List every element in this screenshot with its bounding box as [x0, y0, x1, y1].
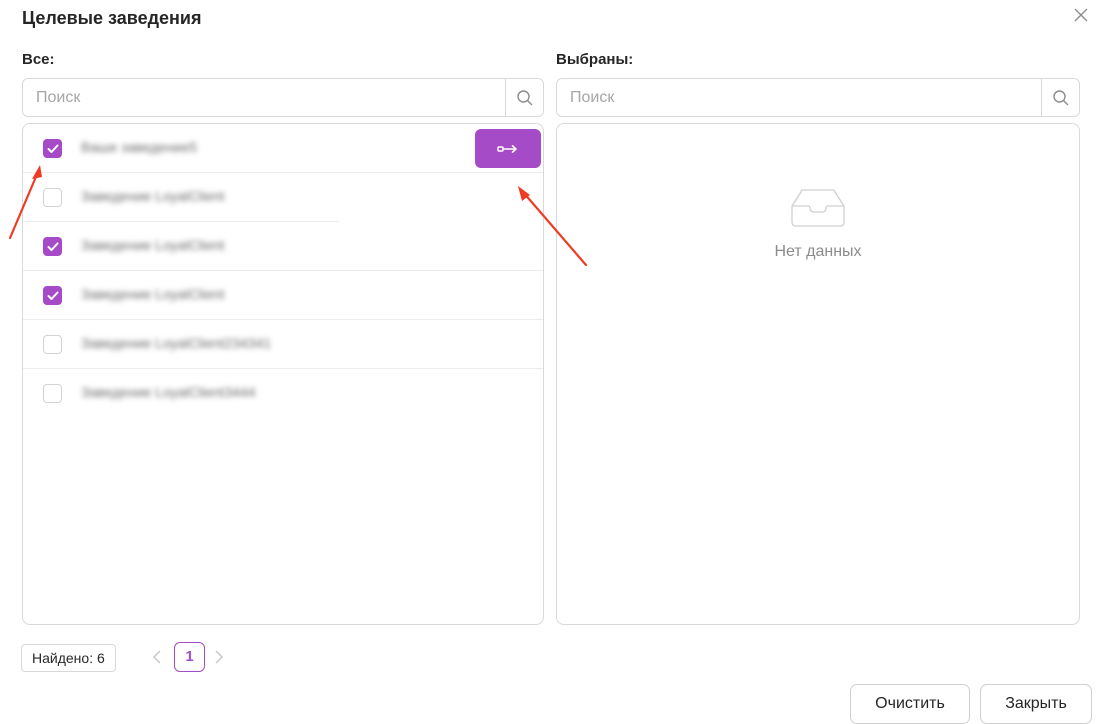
clear-button[interactable]: Очистить: [850, 684, 970, 724]
close-button[interactable]: [1070, 4, 1092, 26]
selected-list-label: Выбраны:: [556, 51, 634, 68]
item-checkbox[interactable]: [43, 237, 62, 256]
list-item[interactable]: Заведение LoyalClient: [23, 222, 543, 271]
chevron-right-icon: [215, 650, 223, 664]
checkmark-icon: [47, 242, 59, 251]
empty-state-text: Нет данных: [774, 243, 862, 260]
close-dialog-button[interactable]: Закрыть: [980, 684, 1092, 724]
list-item[interactable]: Ваше заведение5: [23, 124, 543, 173]
list-item[interactable]: Заведение LoyalClient234341: [23, 320, 543, 369]
all-search-input[interactable]: [23, 79, 505, 116]
selected-search: [556, 78, 1080, 117]
item-name: Заведение LoyalClient234341: [81, 335, 272, 351]
item-name: Заведение LoyalClient3444: [81, 384, 256, 400]
item-checkbox[interactable]: [43, 286, 62, 305]
pagination-page-1[interactable]: 1: [174, 642, 205, 672]
all-search-button[interactable]: [505, 79, 543, 116]
search-icon: [1052, 89, 1068, 105]
item-checkbox[interactable]: [43, 384, 62, 403]
checkmark-icon: [47, 144, 59, 153]
item-checkbox[interactable]: [43, 139, 62, 158]
move-right-icon: [497, 144, 517, 153]
list-item[interactable]: Заведение LoyalClient: [23, 271, 543, 320]
item-checkbox[interactable]: [43, 188, 62, 207]
all-list: Ваше заведение5 Заведение LoyalClient За…: [22, 123, 544, 625]
empty-state: Нет данных: [557, 186, 1079, 261]
item-checkbox[interactable]: [43, 335, 62, 354]
item-name: Заведение LoyalClient: [81, 286, 225, 302]
all-list-label: Все:: [22, 51, 55, 68]
selected-search-input[interactable]: [557, 79, 1041, 116]
item-name: Заведение LoyalClient: [81, 188, 225, 204]
pagination-prev-button[interactable]: [150, 646, 164, 668]
list-item[interactable]: Заведение LoyalClient3444: [23, 369, 543, 418]
all-search: [22, 78, 544, 117]
dialog-title: Целевые заведения: [22, 8, 202, 28]
pagination-next-button[interactable]: [212, 646, 226, 668]
chevron-left-icon: [153, 650, 161, 664]
close-icon: [1074, 8, 1088, 22]
list-item[interactable]: Заведение LoyalClient: [23, 173, 339, 222]
search-icon: [516, 89, 532, 105]
move-to-selected-button[interactable]: [475, 129, 541, 168]
selected-search-button[interactable]: [1041, 79, 1079, 116]
item-name: Заведение LoyalClient: [81, 237, 225, 253]
empty-inbox-icon: [791, 189, 845, 227]
found-count-badge: Найдено: 6: [21, 644, 116, 672]
checkmark-icon: [47, 291, 59, 300]
item-name: Ваше заведение5: [81, 139, 198, 155]
